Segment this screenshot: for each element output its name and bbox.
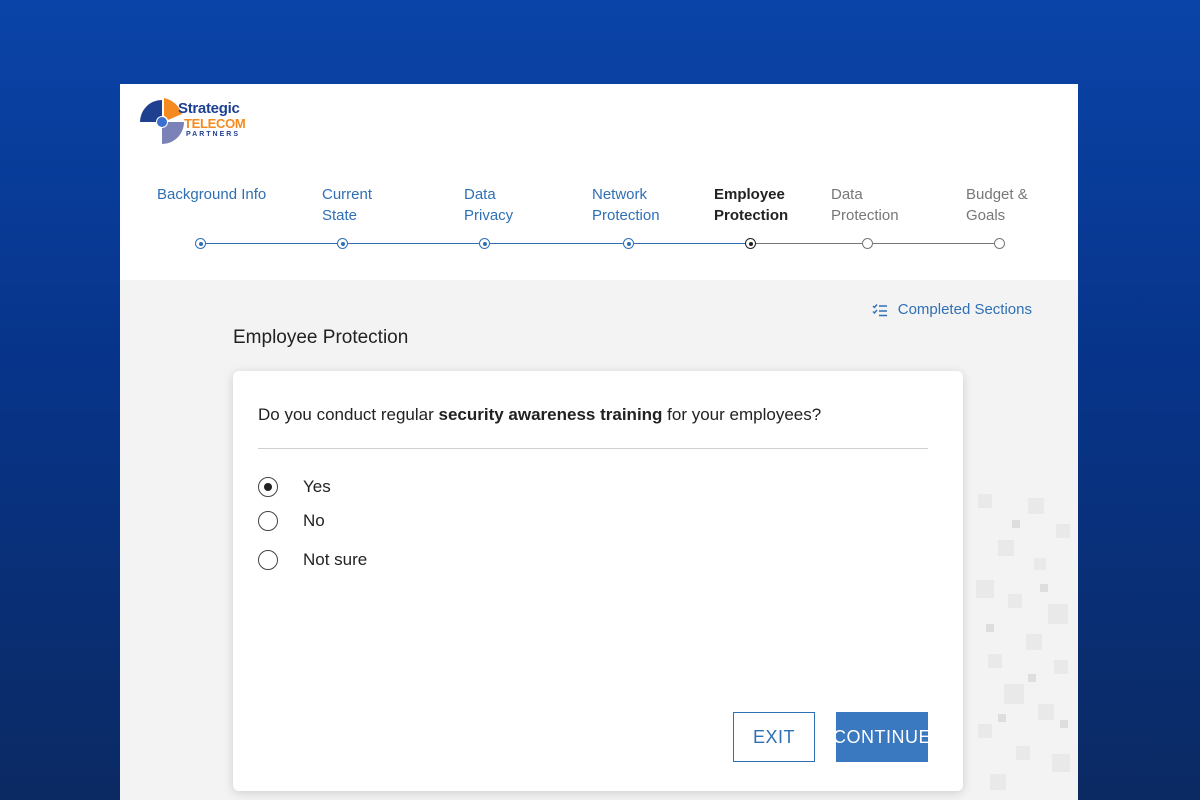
exit-button[interactable]: EXIT [733, 712, 815, 762]
continue-button[interactable]: CONTINUE [833, 712, 931, 762]
option-label-no: No [303, 511, 325, 530]
pixel-pattern-decoration [976, 494, 1070, 790]
step-dot-background-info[interactable] [195, 238, 206, 249]
brand-logo: Strategic TELECOM PARTNERS [136, 96, 246, 148]
question-divider [258, 448, 928, 449]
question-suffix: for your employees? [662, 405, 822, 424]
question-card: Do you conduct regular security awarenes… [233, 371, 963, 791]
step-label-network-protection[interactable]: Network Protection [592, 184, 692, 226]
section-title: Employee Protection [233, 327, 409, 348]
option-label-yes: Yes [303, 477, 331, 496]
question-emphasis: security awareness training [438, 405, 663, 424]
question-text: Do you conduct regular security awarenes… [258, 405, 821, 425]
step-dot-employee-protection [745, 238, 756, 249]
logo-word-strategic: Strategic [178, 100, 240, 117]
step-dot-current-state[interactable] [337, 238, 348, 249]
step-label-background-info[interactable]: Background Info [157, 184, 287, 205]
checklist-icon [872, 303, 887, 316]
step-label-employee-protection: Employee Protection [714, 186, 789, 224]
option-no[interactable]: No [258, 511, 325, 531]
step-label-current-state[interactable]: Current State [322, 184, 402, 226]
radio-no[interactable] [258, 511, 278, 531]
radio-yes[interactable] [258, 477, 278, 497]
progress-line-remaining [750, 243, 1000, 244]
step-label-budget-goals: Budget & Goals [966, 186, 1028, 224]
step-dot-data-protection [862, 238, 873, 249]
question-prefix: Do you conduct regular [258, 405, 439, 424]
logo-word-partners: PARTNERS [186, 131, 240, 138]
header: Strategic TELECOM PARTNERS Background In… [120, 84, 1078, 280]
step-dot-budget-goals [994, 238, 1005, 249]
radio-not-sure[interactable] [258, 550, 278, 570]
step-label-data-protection: Data Protection [831, 186, 899, 224]
option-label-not-sure: Not sure [303, 550, 368, 569]
logo-word-telecom: TELECOM [184, 116, 246, 131]
step-dot-network-protection[interactable] [623, 238, 634, 249]
step-dot-data-privacy[interactable] [479, 238, 490, 249]
option-not-sure[interactable]: Not sure [258, 550, 367, 570]
option-yes[interactable]: Yes [258, 477, 331, 497]
completed-sections-link[interactable]: Completed Sections [872, 301, 1032, 318]
progress-line-complete [200, 243, 750, 244]
completed-sections-label: Completed Sections [897, 301, 1032, 318]
step-label-data-privacy[interactable]: Data Privacy [464, 184, 534, 226]
assessment-window: Strategic TELECOM PARTNERS Background In… [120, 84, 1078, 800]
